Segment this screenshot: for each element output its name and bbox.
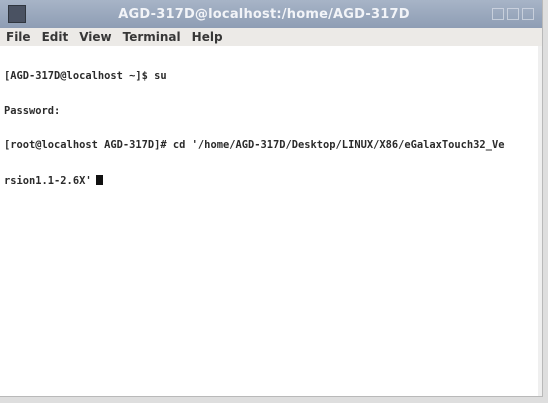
desktop-background: AGD-317D@localhost:/home/AGD-317D File E… xyxy=(0,0,548,403)
menu-help[interactable]: Help xyxy=(192,30,223,44)
menu-file[interactable]: File xyxy=(6,30,31,44)
terminal-line: rsion1.1-2.6X' xyxy=(4,174,92,187)
terminal-scrollbar[interactable] xyxy=(538,46,542,396)
menu-view[interactable]: View xyxy=(79,30,111,44)
menu-terminal[interactable]: Terminal xyxy=(123,30,181,44)
terminal-output[interactable]: [AGD-317D@localhost ~]$ su Password: [ro… xyxy=(0,46,538,396)
window-titlebar[interactable]: AGD-317D@localhost:/home/AGD-317D xyxy=(0,0,542,28)
terminal-line: [AGD-317D@localhost ~]$ su xyxy=(4,70,167,82)
window-title: AGD-317D@localhost:/home/AGD-317D xyxy=(118,6,410,22)
menu-edit[interactable]: Edit xyxy=(42,30,69,44)
minimize-icon[interactable] xyxy=(492,8,504,20)
maximize-icon[interactable] xyxy=(507,8,519,20)
menu-bar: File Edit View Terminal Help xyxy=(0,28,542,46)
terminal-line-with-cursor: rsion1.1-2.6X' xyxy=(4,174,538,187)
terminal-window: AGD-317D@localhost:/home/AGD-317D File E… xyxy=(0,0,543,397)
terminal-line: [root@localhost AGD-317D]# cd '/home/AGD… xyxy=(4,139,505,151)
terminal-app-icon xyxy=(8,5,26,23)
terminal-line: Password: xyxy=(4,104,61,117)
window-controls xyxy=(492,8,534,20)
close-icon[interactable] xyxy=(522,8,534,20)
text-cursor xyxy=(95,174,103,185)
